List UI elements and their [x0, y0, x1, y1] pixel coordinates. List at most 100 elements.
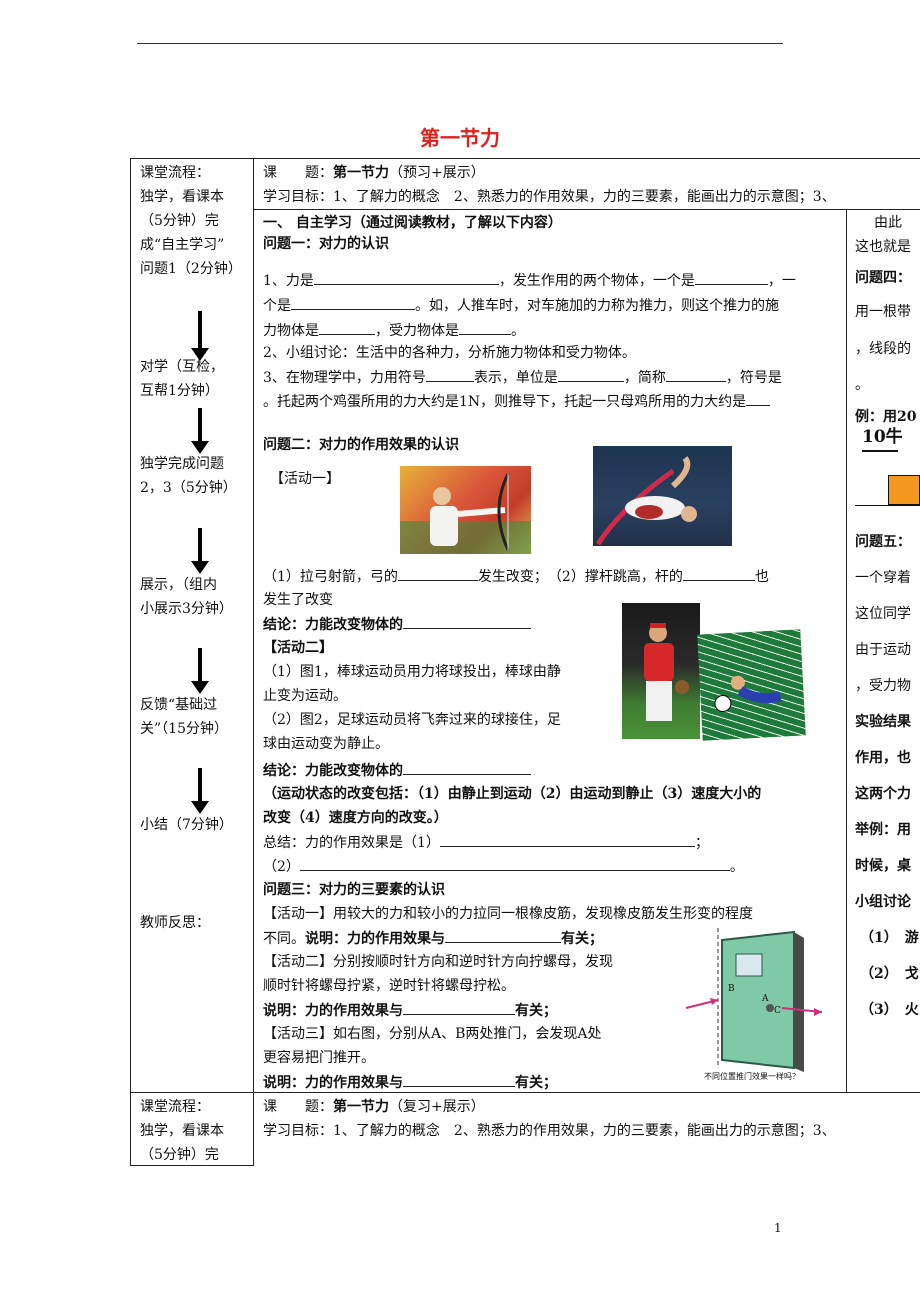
table-left-border — [130, 158, 131, 1165]
page-number: 1 — [774, 1221, 782, 1235]
blank — [319, 320, 375, 335]
right-text: ，受力物 — [855, 678, 911, 694]
activity-two-line1: （1）图1，棒球运动员用力将球投出，棒球由静 — [263, 664, 561, 680]
topic-label: 课 题： — [263, 1099, 333, 1115]
three-elements-line1: 【活动一】用较大的力和较小的力拉同一根橡皮筋，发现橡皮筋发生形变的程度 — [263, 906, 753, 922]
question-three: 问题三：对力的三要素的认识 — [263, 882, 445, 898]
pole-vault-photo — [593, 446, 732, 546]
summary-line1: 总结：力的作用效果是（1）； — [263, 832, 709, 853]
door-label-b: B — [728, 984, 735, 994]
right-text: 时候，桌 — [855, 858, 911, 874]
activity-two-line2: 止变为运动。 — [263, 688, 347, 704]
blank — [425, 367, 474, 382]
q1-line5: 3、在物理学中，力用符号 表示，单位是 ，简称 ，符号是 — [263, 367, 782, 388]
q1-line3: 力物体是 ，受力物体是。 — [263, 320, 525, 341]
right-text: 一个穿着 — [855, 570, 911, 586]
three-elements-line6: 【活动三】如右图，分别从A、B两处推门，会发现A处 — [263, 1026, 602, 1042]
activity-one-line1: （1）拉弓射箭，弓的 发生改变； （2）撑杆跳高，杆的也 — [263, 566, 769, 587]
door-label-c: C — [774, 1006, 781, 1016]
flow-step6: 小结（7分钟） — [140, 817, 233, 833]
question-two: 问题二：对力的作用效果的认识 — [263, 437, 459, 453]
flow2-line1: 独学，看课本 — [140, 1123, 224, 1139]
right-text: 小组讨论 — [855, 894, 911, 910]
blank — [665, 367, 726, 382]
door-label-a: A — [762, 994, 769, 1004]
flow-step1-line1: 独学，看课本 — [140, 189, 224, 205]
activity-two-label: 【活动二】 — [263, 640, 333, 656]
flow-label: 课堂流程： — [140, 165, 210, 181]
door-caption: 不同位置推门效果一样吗？ — [704, 1072, 800, 1081]
down-arrow-icon — [191, 768, 209, 814]
table-right-divider — [846, 209, 847, 1092]
right-text: （1） 游 — [860, 930, 919, 946]
baseball-player-figure — [644, 623, 689, 721]
down-arrow-icon — [191, 311, 209, 361]
topic-row-2: 课 题：第一节力（复习+展示） — [263, 1097, 485, 1117]
header-row-border — [253, 209, 920, 210]
topic-row: 课 题：第一节力（预习+展示） — [263, 163, 485, 183]
pole-vaulter-figure — [595, 456, 697, 546]
right-text: 实验结果 — [855, 714, 911, 730]
summary-line2: （2）。 — [263, 856, 744, 877]
blank — [313, 270, 499, 285]
scale-segment — [862, 450, 898, 452]
topic-name: 第一节力 — [333, 1099, 389, 1115]
topic-name: 第一节力 — [333, 165, 389, 181]
right-text: 这位同学 — [855, 606, 911, 622]
blank — [403, 1072, 515, 1087]
right-question-five: 问题五： — [855, 534, 911, 550]
blank — [682, 566, 755, 581]
flow-step1-line4: 问题1（2分钟） — [140, 261, 242, 277]
three-elements-line8: 说明：力的作用效果与 有关； — [263, 1072, 557, 1093]
right-text: ，线段的 — [855, 341, 911, 357]
three-elements-line7: 更容易把门推开。 — [263, 1050, 375, 1066]
q1-line4: 2、小组讨论：生活中的各种力，分析施力物体和受力物体。 — [263, 345, 636, 361]
topic-label: 课 题： — [263, 165, 333, 181]
soccer-goalkeeper-photo — [697, 629, 806, 741]
table-col-divider — [253, 158, 254, 1165]
learning-goals-2: 学习目标：1、了解力的概念 2、熟悉力的作用效果，力的三要素，能画出力的示意图；… — [263, 1123, 836, 1139]
flow2-label: 课堂流程： — [140, 1099, 210, 1115]
flow-step5-line1: 反馈“基础过 — [140, 697, 218, 713]
conclusion-two: 结论：力能改变物体的 — [263, 760, 531, 781]
down-arrow-icon — [191, 648, 209, 694]
blank — [403, 1000, 515, 1015]
flow-step3-line1: 独学完成问题 — [140, 456, 224, 472]
down-arrow-icon — [191, 408, 209, 454]
flow-step3-line2: 2，3（5分钟） — [140, 480, 237, 496]
table-top-border — [130, 158, 920, 159]
blank — [746, 391, 771, 406]
three-elements-line3: 【活动二】分别按顺时针方向和逆时针方向拧螺母，发现 — [263, 954, 613, 970]
activity-one-line2: 发生了改变 — [263, 592, 333, 608]
flow-step1-line3: 成“自主学习” — [140, 237, 225, 253]
flow-step4-line1: 展示，（组内 — [140, 577, 217, 593]
right-text: 用一根带 — [855, 304, 911, 320]
baseball-photo — [622, 603, 700, 739]
right-example: 例：用20 — [855, 409, 917, 425]
teacher-reflection: 教师反思： — [140, 915, 210, 931]
flow-step2-line2: 互帮1分钟） — [140, 383, 219, 399]
q1-line6: 。托起两个鸡蛋所用的力大约是1N，则推导下，托起一只母鸡所用的力大约是 — [263, 391, 771, 412]
right-text: 作用，也 — [855, 750, 911, 766]
blank — [403, 760, 531, 775]
blank — [397, 566, 478, 581]
door-illustration — [685, 928, 823, 1072]
three-elements-line5: 说明：力的作用效果与 有关； — [263, 1000, 557, 1021]
page-title: 第一节力 — [420, 126, 500, 150]
right-text: 。 — [855, 377, 869, 393]
question-one: 问题一：对力的认识 — [263, 236, 389, 252]
header-rule — [137, 43, 783, 44]
topic-suffix: （预习+展示） — [389, 165, 485, 181]
door-push-diagram: B A C 不同位置推门效果一样吗？ — [682, 928, 830, 1088]
blank — [299, 856, 730, 871]
conclusion-one: 结论：力能改变物体的 — [263, 614, 531, 635]
blank — [557, 367, 624, 382]
activity-two-line4: 球由运动变为静止。 — [263, 736, 389, 752]
blank — [291, 295, 415, 310]
activity-one-label: 【活动一】 — [270, 471, 340, 487]
flow-step2-line1: 对学（互检， — [140, 359, 224, 375]
archery-photo — [400, 466, 531, 554]
right-text: 举例：用 — [855, 822, 911, 838]
blank — [459, 320, 511, 335]
three-elements-line4: 顺时针将螺母拧紧，逆时针将螺母拧松。 — [263, 978, 515, 994]
